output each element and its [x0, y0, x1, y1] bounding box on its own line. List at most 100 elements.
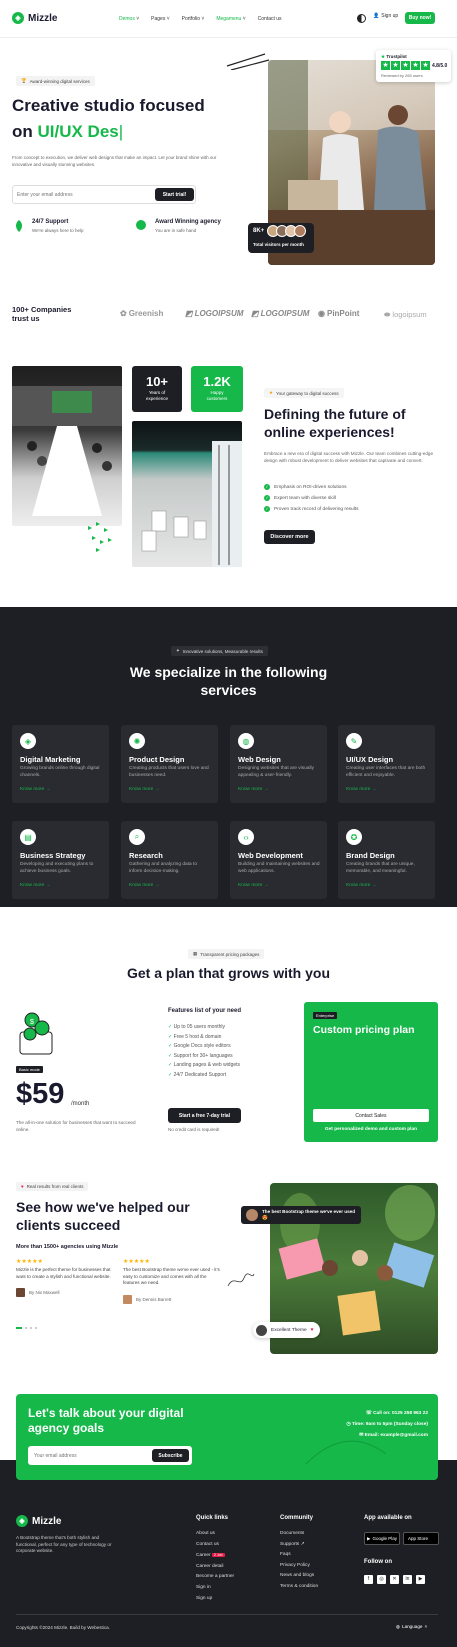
linkedin-icon[interactable]: in — [403, 1575, 412, 1584]
footer-link[interactable]: Sign in — [196, 1583, 234, 1594]
stat-customers-card: 1.2K Happy customers — [191, 366, 243, 412]
phone-icon: ☏ — [365, 1411, 372, 1416]
visitor-avatars — [267, 225, 306, 237]
subscribe-button[interactable]: Subscribe — [152, 1449, 189, 1462]
service-card-product-design[interactable]: ✺ Product Design Creating products that … — [121, 725, 218, 803]
know-more-link[interactable]: Know more → — [238, 787, 268, 792]
stat-years-card: 10+ Years of experience — [132, 366, 182, 412]
top-navbar: ◈ Mizzle Demos ˅ Pages ˅ Portfolio ˅ Meg… — [0, 0, 457, 38]
sign-up-link[interactable]: 👤 Sign up — [373, 13, 398, 19]
support-desc: We're always here to help — [32, 228, 84, 233]
footer-link[interactable]: Career detail — [196, 1562, 234, 1573]
footer-logo[interactable]: ◈ Mizzle — [16, 1515, 61, 1527]
nav-contact[interactable]: Contact us — [258, 16, 282, 22]
discover-more-button[interactable]: Discover more — [264, 530, 315, 544]
cta-title: Let's talk about your digital agency goal… — [28, 1406, 184, 1435]
know-more-link[interactable]: Know more → — [346, 787, 376, 792]
client-logo-pinpoint: ◉ PinPoint — [318, 309, 360, 318]
nav-megamenu[interactable]: Megamenu ˅ — [216, 16, 245, 22]
cta-email-input[interactable] — [34, 1450, 144, 1461]
plan-period: /month — [71, 1101, 90, 1107]
hero-title: Creative studio focused on UI/UX Des| — [12, 96, 205, 141]
about-badge: ★ Your gateway to digital success — [264, 388, 344, 398]
feature-item: ✓ Free 5 host & domain — [168, 1033, 222, 1040]
avatar — [246, 1209, 258, 1221]
feature-item: ✓ Up to 05 users monthly — [168, 1024, 226, 1030]
start-trial-7day-button[interactable]: Start a free 7-day trial — [168, 1108, 241, 1123]
know-more-link[interactable]: Know more → — [20, 883, 50, 888]
instagram-icon[interactable]: ◎ — [377, 1575, 386, 1584]
external-link-icon: ↗ — [300, 1541, 305, 1547]
service-card-brand-design[interactable]: ✪ Brand Design Creating brands that are … — [338, 821, 435, 899]
feature-item: ✓ Landing pages & web widgets — [168, 1062, 241, 1069]
testimonials-subtitle: More than 1500+ agencies using Mizzle — [16, 1244, 119, 1250]
about-title: Defining the future of online experience… — [264, 406, 406, 440]
hero-badge: 🏆 Award-winning digital services — [16, 76, 95, 86]
pricing-badge: ▦ Transparent pricing packages — [188, 949, 265, 959]
hero-email-input[interactable] — [17, 189, 147, 200]
footer-link[interactable]: News and blogs — [280, 1571, 318, 1582]
trustpilot-label: ★ Trustpilot — [381, 54, 407, 59]
know-more-link[interactable]: Know more → — [129, 883, 159, 888]
footer-link[interactable]: Privacy Policy — [280, 1561, 318, 1572]
decor-lines — [225, 50, 270, 71]
footer-link[interactable]: Sign up — [196, 1594, 234, 1605]
theme-toggle-icon[interactable] — [357, 14, 366, 23]
award-desc: You are in safe hand — [155, 228, 197, 233]
know-more-link[interactable]: Know more → — [346, 883, 376, 888]
footer-link[interactable]: Documents — [280, 1529, 318, 1540]
heart-icon: ♥ — [21, 1184, 24, 1189]
visitors-label: Total visitors per month — [253, 242, 304, 247]
footer-link[interactable]: About us — [196, 1529, 234, 1540]
check-icon: ✓ — [264, 484, 270, 490]
trustpilot-card: ★ Trustpilot ★ ★ ★ ★ ★ 4.8/5.0 Reviewed … — [376, 50, 451, 82]
visitors-count: 8K+ — [253, 228, 265, 234]
visitors-card: 8K+ Total visitors per month — [248, 223, 314, 253]
footer-link[interactable]: Terms & condition — [280, 1582, 318, 1593]
award-icon: 🏆 — [21, 78, 27, 83]
testimonial-item: ★★★★★ Mizzle is the perfect theme for bu… — [16, 1259, 111, 1297]
service-card-web-development[interactable]: ‹› Web Development Building and maintain… — [230, 821, 327, 899]
cta-call[interactable]: ☏ Call on: 0125 258 963 22 — [346, 1408, 428, 1419]
know-more-link[interactable]: Know more → — [238, 883, 268, 888]
footer-link[interactable]: Career 2 Job — [196, 1550, 234, 1562]
nav-pages[interactable]: Pages ˅ — [151, 16, 170, 22]
youtube-icon[interactable]: ▶ — [416, 1575, 425, 1584]
service-card-business-strategy[interactable]: ▤ Business Strategy Developing and execu… — [12, 821, 109, 899]
quick-links-list: About us Contact us Career 2 Job Career … — [196, 1529, 234, 1604]
nav-portfolio[interactable]: Portfolio ˅ — [182, 16, 205, 22]
service-card-web-design[interactable]: ◍ Web Design Designing websites that are… — [230, 725, 327, 803]
globe-icon: ◍ — [238, 733, 254, 749]
know-more-link[interactable]: Know more → — [129, 787, 159, 792]
app-store-button[interactable]: App Store — [403, 1532, 439, 1545]
footer-link[interactable]: Faqs — [280, 1550, 318, 1561]
service-card-digital-marketing[interactable]: ◈ Digital Marketing Growing brands onlin… — [12, 725, 109, 803]
testimonials-title: See how we've helped our clients succeed — [16, 1199, 190, 1233]
logo-icon: ◈ — [12, 12, 24, 24]
twitter-icon[interactable]: ✕ — [390, 1575, 399, 1584]
buy-now-button[interactable]: Buy now! — [405, 12, 435, 24]
hero-description: From concept to execution, we deliver we… — [12, 155, 217, 167]
pricing-title: Get a plan that grows with you — [126, 965, 330, 981]
facebook-icon[interactable]: f — [364, 1575, 373, 1584]
carousel-dots[interactable] — [16, 1327, 37, 1329]
contact-sales-button[interactable]: Contact Sales — [313, 1109, 429, 1122]
google-play-button[interactable]: ▶ Google Play — [364, 1532, 400, 1545]
cta-contact-info: ☏ Call on: 0125 258 963 22 ◷ Time: 9am t… — [346, 1408, 428, 1441]
know-more-link[interactable]: Know more → — [20, 787, 50, 792]
footer-link[interactable]: Become a partner — [196, 1572, 234, 1583]
brand-logo[interactable]: ◈ Mizzle — [12, 12, 57, 24]
start-trial-button[interactable]: Start trial! — [155, 188, 194, 201]
coins-wallet-illustration: $ — [16, 1008, 56, 1066]
service-card-research[interactable]: ⌕ Research Gathering and analyzing data … — [121, 821, 218, 899]
service-card-uiux-design[interactable]: ✎ UI/UX Design Creating user interfaces … — [338, 725, 435, 803]
globe-icon: ◍ — [396, 1624, 401, 1629]
nav-demos[interactable]: Demos ˅ — [119, 16, 139, 22]
services-title: We specialize in the following services — [129, 664, 328, 698]
cta-email[interactable]: ✉ Email: example@gmail.com — [346, 1430, 428, 1441]
typed-text: UI/UX Des — [37, 122, 119, 141]
about-point: ✓ Emphasis on ROI-driven solutions — [264, 484, 347, 490]
footer-link[interactable]: Contact us — [196, 1540, 234, 1551]
language-selector[interactable]: ◍ Language ˄ — [396, 1624, 427, 1630]
footer-link[interactable]: Supports ↗ — [280, 1540, 318, 1551]
